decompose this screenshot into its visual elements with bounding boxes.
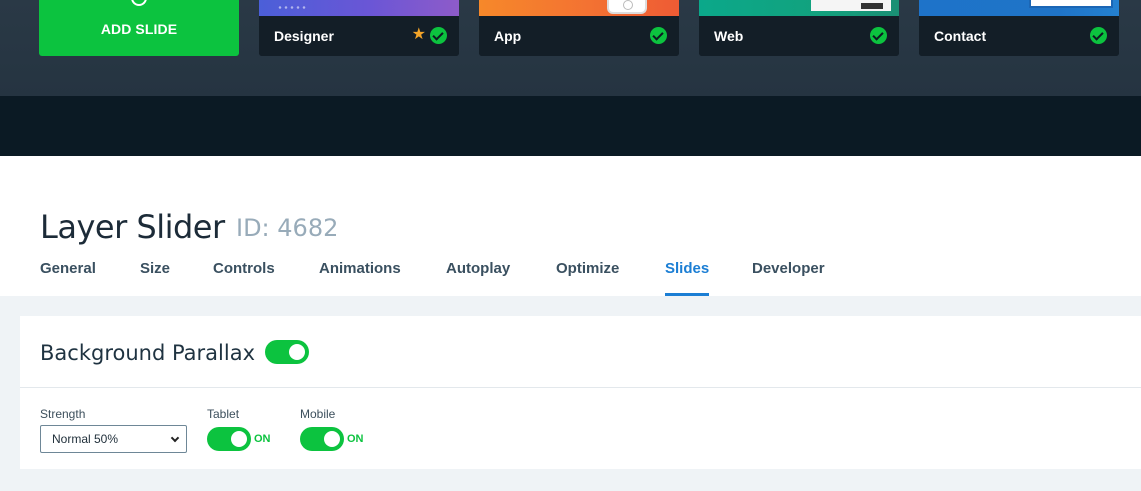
tab-general[interactable]: General: [40, 260, 96, 296]
slide-name: Designer: [274, 28, 334, 44]
tab-optimize[interactable]: Optimize: [556, 260, 619, 296]
slide-thumbnail: [919, 0, 1119, 16]
check-circle-icon[interactable]: [870, 27, 887, 44]
tab-size[interactable]: Size: [140, 260, 170, 296]
page-title: Layer Slider: [40, 208, 225, 246]
background-parallax-panel: Background Parallax Strength Normal 50% …: [20, 316, 1141, 469]
tab-developer[interactable]: Developer: [752, 260, 825, 296]
strength-label: Strength: [40, 407, 86, 421]
add-icon: [131, 0, 147, 6]
tab-animations[interactable]: Animations: [319, 260, 401, 296]
strength-value: Normal 50%: [52, 432, 119, 446]
mobile-label: Mobile: [300, 407, 336, 421]
tab-controls[interactable]: Controls: [213, 260, 275, 296]
check-circle-icon[interactable]: [1090, 27, 1107, 44]
slide-card-app[interactable]: App: [479, 0, 679, 56]
mobile-toggle[interactable]: [300, 427, 344, 451]
panel-title: Background Parallax: [40, 341, 256, 365]
slide-name: Contact: [934, 28, 987, 44]
star-icon[interactable]: ★: [412, 26, 426, 44]
slide-thumbnail: [259, 0, 459, 16]
tablet-label: Tablet: [207, 407, 240, 421]
slide-card-web[interactable]: Web: [699, 0, 899, 56]
chevron-down-icon: [170, 433, 180, 443]
slide-card-contact[interactable]: Contact: [919, 0, 1119, 56]
check-circle-icon[interactable]: [650, 27, 667, 44]
tablet-toggle[interactable]: [207, 427, 251, 451]
tablet-state: ON: [254, 433, 271, 445]
slider-id: ID: 4682: [236, 214, 339, 242]
add-slide-button[interactable]: ADD SLIDE: [39, 0, 239, 56]
slide-thumbnail: [479, 0, 679, 16]
slide-name: Web: [714, 28, 744, 44]
parallax-toggle[interactable]: [265, 340, 309, 364]
check-circle-icon[interactable]: [430, 27, 447, 44]
slide-thumbnail: [699, 0, 899, 16]
slide-name: App: [494, 28, 522, 44]
slide-card-designer[interactable]: Designer ★: [259, 0, 459, 56]
slides-strip: ADD SLIDE Designer ★ App Web Contact: [0, 0, 1141, 96]
tab-autoplay[interactable]: Autoplay: [446, 260, 510, 296]
panel-header: Background Parallax: [20, 316, 1141, 388]
tab-slides[interactable]: Slides: [665, 260, 710, 296]
slider-header: Layer Slider ID: 4682 General Size Contr…: [0, 156, 1141, 296]
dark-divider-band: [0, 96, 1141, 156]
strength-select[interactable]: Normal 50%: [40, 425, 187, 453]
add-slide-label: ADD SLIDE: [100, 21, 178, 37]
mobile-state: ON: [347, 433, 364, 445]
